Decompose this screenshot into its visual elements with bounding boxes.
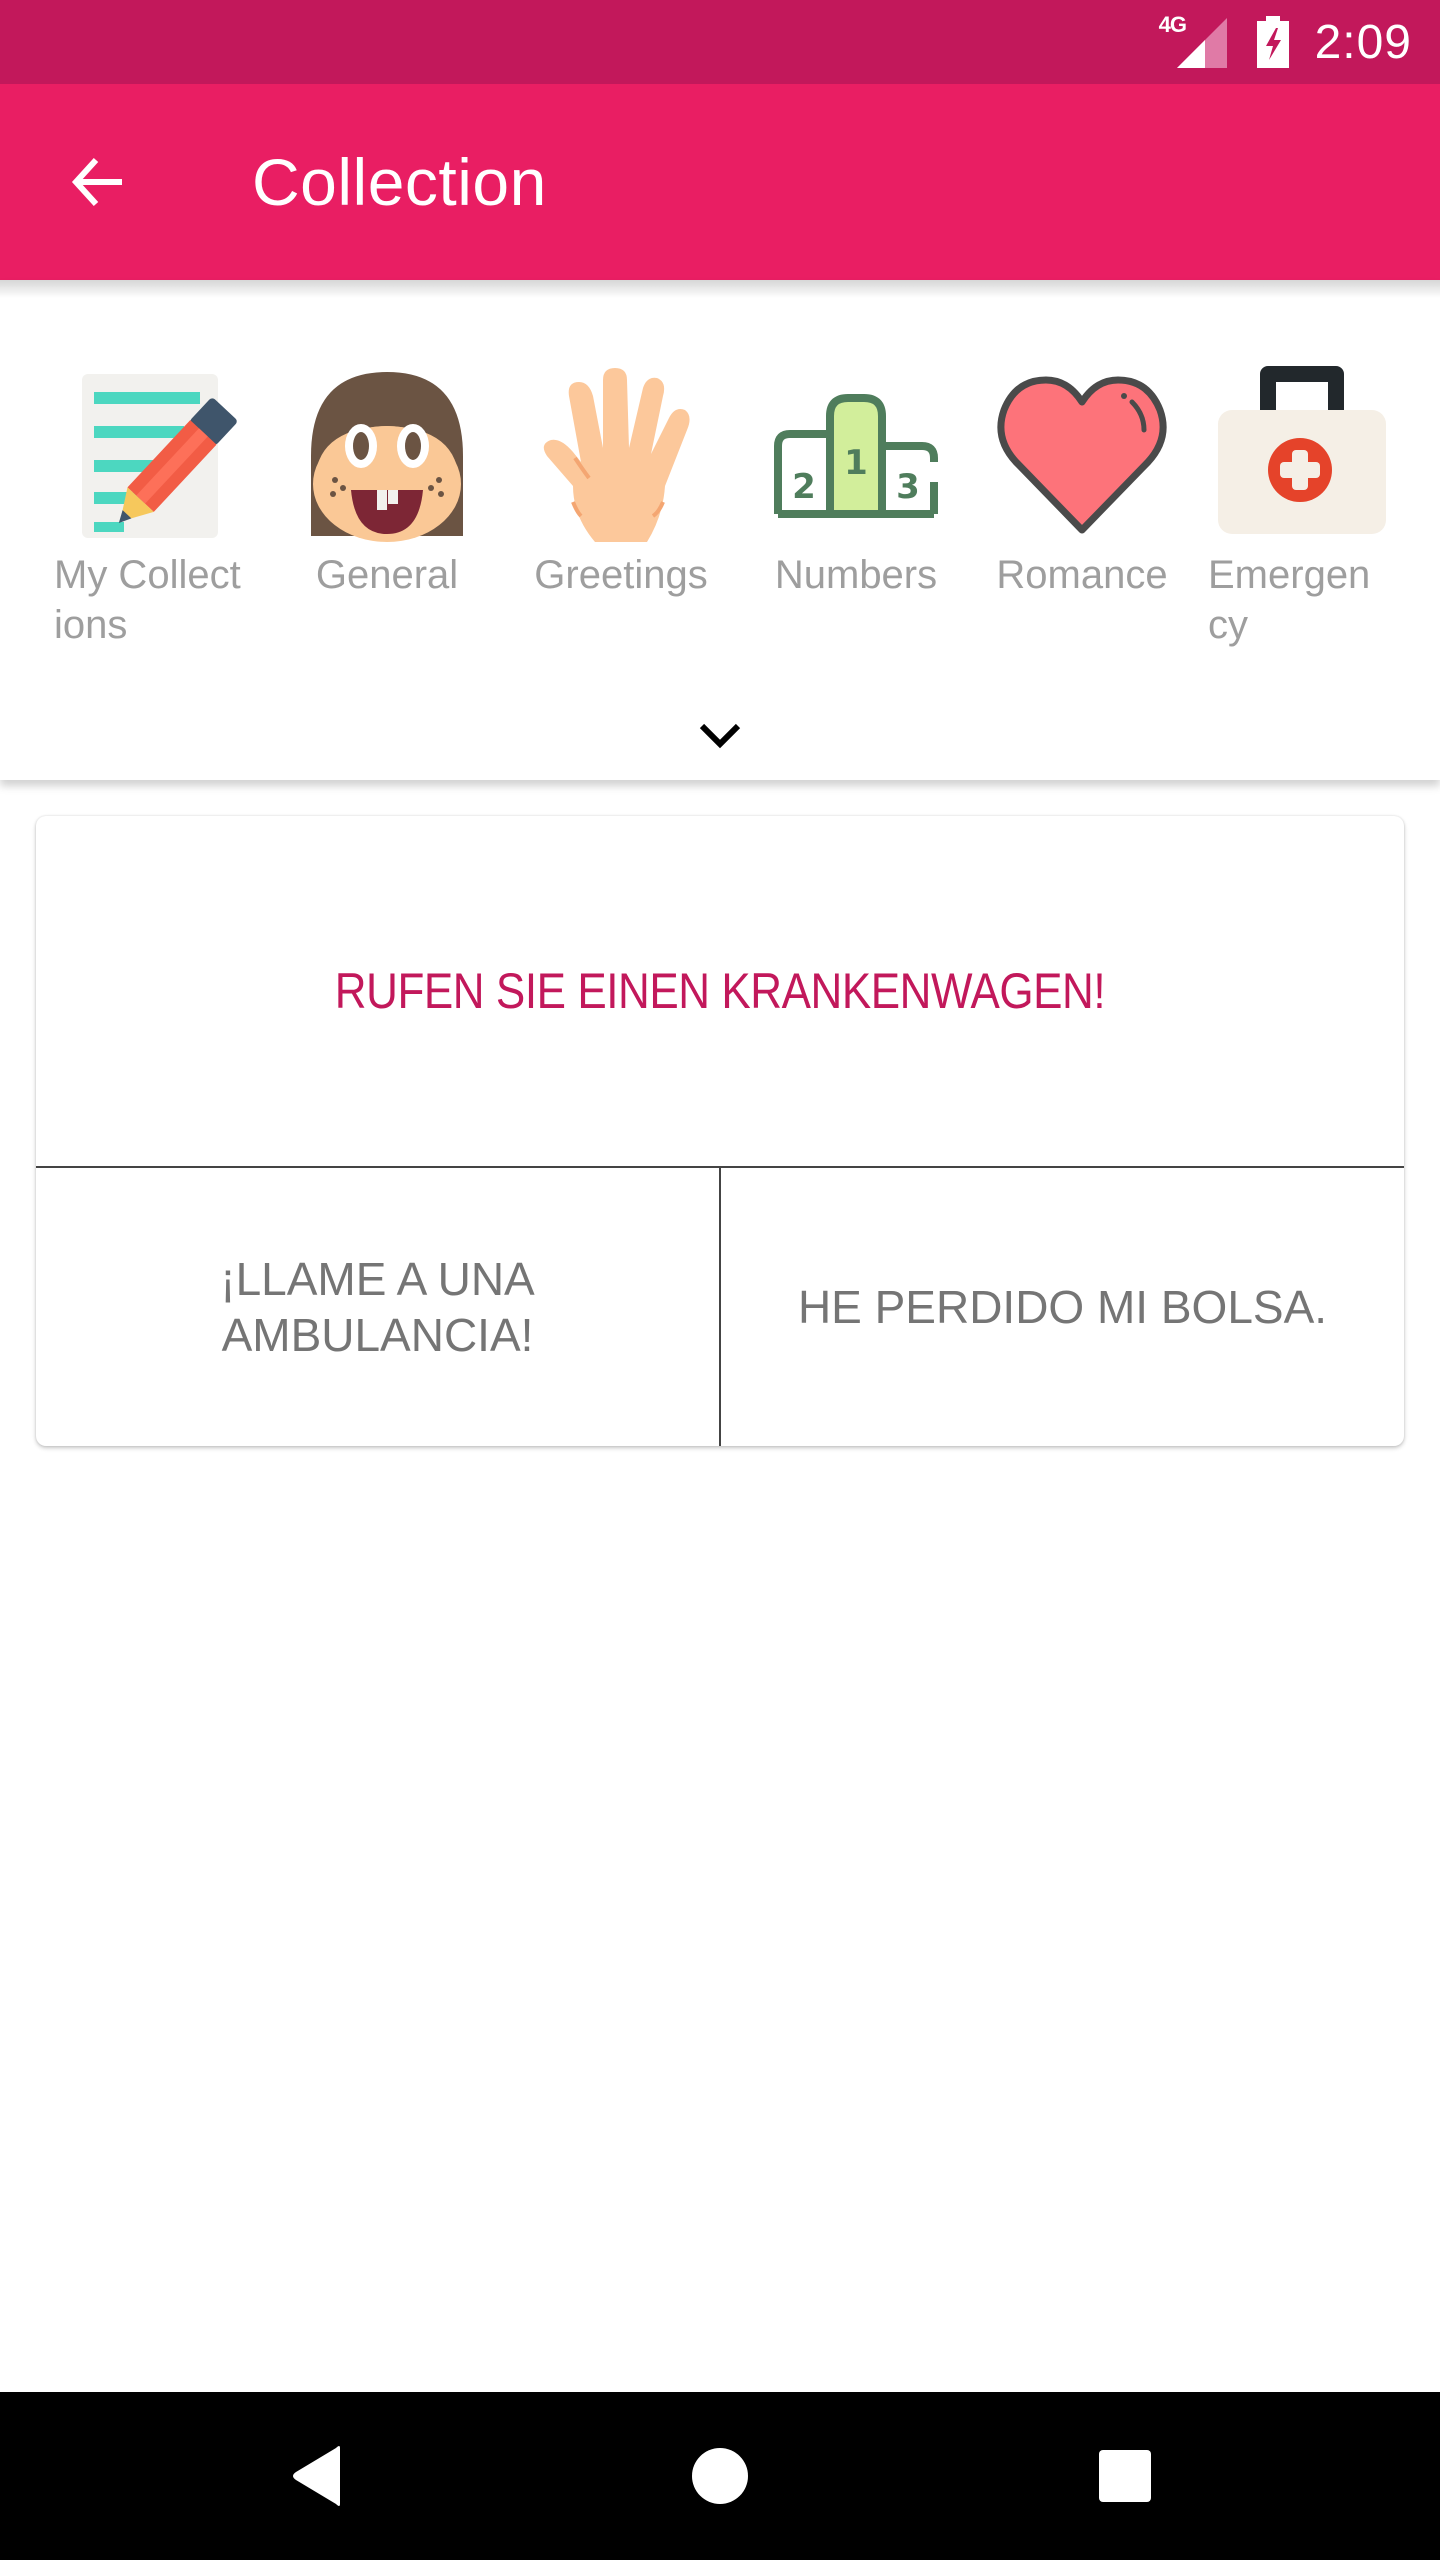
- arrow-back-icon: [71, 157, 122, 207]
- chevron-down-icon: [699, 723, 741, 749]
- question-text: RUFEN SIE EINEN KRANKENWAGEN!: [334, 963, 1106, 1019]
- first-aid-kit-icon: [1218, 366, 1386, 534]
- quiz-card: RUFEN SIE EINEN KRANKENWAGEN! ¡LLAME A U…: [36, 816, 1404, 1446]
- nav-back-icon: [293, 2446, 340, 2506]
- category-label: My CollectionsMy Collections: [54, 553, 241, 647]
- svg-text:2: 2: [792, 467, 816, 507]
- category-greetings[interactable]: Greetings: [521, 366, 721, 600]
- heart-icon: [997, 376, 1167, 534]
- nav-recents-button[interactable]: [1075, 2426, 1175, 2526]
- category-label: Romance: [996, 553, 1168, 597]
- category-label: Greetings: [534, 553, 708, 597]
- expand-categories-button[interactable]: [680, 700, 760, 770]
- face-icon: [311, 372, 463, 542]
- category-general[interactable]: General: [287, 366, 487, 600]
- page-title: Collection: [252, 145, 547, 219]
- nav-back-button[interactable]: [268, 2426, 368, 2526]
- category-label: Numbers: [774, 553, 938, 597]
- svg-text:3: 3: [896, 467, 920, 507]
- network-indicator: 4G: [1159, 12, 1227, 68]
- category-romance[interactable]: Romance: [982, 366, 1182, 600]
- back-button[interactable]: [38, 122, 158, 242]
- notepad-pencil-icon: [82, 374, 237, 538]
- category-emergency[interactable]: EmergencyEmergency: [1200, 366, 1400, 650]
- category-label: EmergencyEmergency: [1208, 553, 1371, 647]
- category-label: General: [315, 553, 459, 597]
- nav-recents-icon: [1099, 2450, 1151, 2502]
- app-bar: Collection: [0, 84, 1440, 280]
- status-bar: 4G 2:09: [0, 0, 1440, 84]
- clock: 2:09: [1314, 15, 1412, 69]
- category-numbers[interactable]: 2 1 3 Numbers: [756, 366, 956, 600]
- nav-home-button[interactable]: [670, 2426, 770, 2526]
- nav-home-icon: [692, 2448, 748, 2504]
- answer-option-1[interactable]: ¡LLAME A UNA AMBULANCIA!: [36, 1168, 719, 1446]
- answer-option-2[interactable]: HE PERDIDO MI BOLSA.: [721, 1168, 1404, 1446]
- podium-icon: 2 1 3: [774, 394, 938, 518]
- battery-charging-icon: [1256, 16, 1289, 68]
- signal-icon: [1176, 18, 1227, 68]
- system-nav-bar: [0, 2392, 1440, 2560]
- category-list: My CollectionsMy Collections General: [0, 280, 1440, 680]
- svg-text:1: 1: [844, 443, 868, 483]
- category-my-collections[interactable]: My CollectionsMy Collections: [50, 366, 250, 650]
- hand-wave-icon: [543, 368, 690, 542]
- category-panel: My CollectionsMy Collections General: [0, 280, 1440, 780]
